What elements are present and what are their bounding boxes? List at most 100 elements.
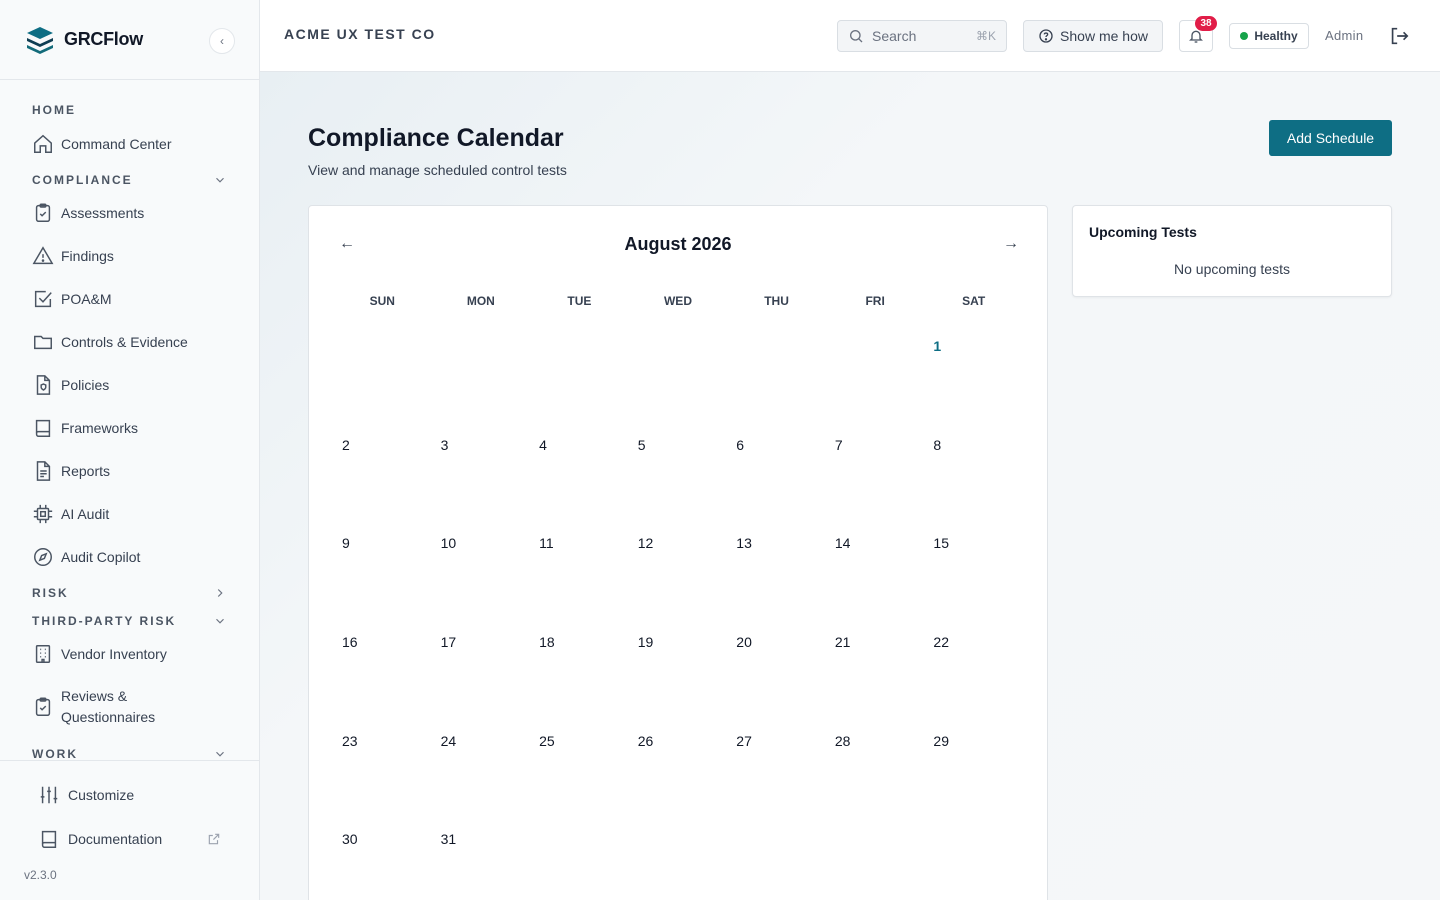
- upcoming-tests-title: Upcoming Tests: [1089, 224, 1197, 240]
- document-text-icon: [36, 461, 51, 481]
- calendar-empty-cell: [530, 326, 629, 425]
- search-icon: [850, 30, 863, 43]
- weekday-sun: SUN: [369, 294, 395, 308]
- section-home: HOME: [32, 100, 227, 120]
- calendar-day-8[interactable]: 8: [924, 425, 1023, 524]
- calendar-day-18[interactable]: 18: [530, 622, 629, 721]
- sidebar-item-vendor-inventory[interactable]: Vendor Inventory: [32, 643, 243, 665]
- upcoming-tests-panel: Upcoming Tests No upcoming tests: [1072, 205, 1392, 297]
- section-home-label: HOME: [32, 103, 76, 117]
- calendar-day-29[interactable]: 29: [924, 721, 1023, 820]
- calendar-day-13[interactable]: 13: [727, 523, 826, 622]
- calendar-day-22[interactable]: 22: [924, 622, 1023, 721]
- calendar-day-10[interactable]: 10: [432, 523, 531, 622]
- calendar-day-7[interactable]: 7: [826, 425, 925, 524]
- chevron-down-icon: [216, 618, 224, 624]
- calendar-day-9[interactable]: 9: [333, 523, 432, 622]
- calendar-day-30[interactable]: 30: [333, 819, 432, 900]
- calendar-day-15[interactable]: 15: [924, 523, 1023, 622]
- page-subtitle: View and manage scheduled control tests: [308, 162, 567, 178]
- sidebar-item-poam[interactable]: POA&M: [32, 288, 243, 310]
- section-compliance[interactable]: COMPLIANCE: [32, 170, 227, 190]
- sidebar-item-controls-evidence[interactable]: Controls & Evidence: [32, 331, 243, 353]
- weekday-thu: THU: [764, 294, 789, 308]
- search-shortcut: ⌘K: [975, 29, 996, 43]
- sidebar-item-policies[interactable]: Policies: [32, 374, 243, 396]
- sidebar-footer: Customize Documentation v2.3.0: [0, 760, 259, 900]
- next-month-button[interactable]: →: [1001, 234, 1021, 254]
- calendar-day-20[interactable]: 20: [727, 622, 826, 721]
- show-me-how-label: Show me how: [1060, 28, 1148, 44]
- calendar-day-6[interactable]: 6: [727, 425, 826, 524]
- sidebar-item-findings[interactable]: Findings: [32, 245, 243, 267]
- weekday-fri: FRI: [865, 294, 885, 308]
- section-work[interactable]: WORK: [32, 744, 227, 760]
- weekday-mon: MON: [466, 294, 495, 308]
- logout-icon[interactable]: [1388, 25, 1410, 47]
- calendar-day-19[interactable]: 19: [629, 622, 728, 721]
- calendar: ← August 2026 → SUN MON TUE WED THU FRI SAT 12…: [308, 205, 1048, 900]
- calendar-day-1[interactable]: 1: [924, 326, 1023, 425]
- customize-button[interactable]: Customize: [38, 784, 221, 806]
- search-input[interactable]: Search ⌘K: [837, 20, 1007, 52]
- sidebar-item-audit-copilot[interactable]: Audit Copilot: [32, 546, 243, 568]
- calendar-day-14[interactable]: 14: [826, 523, 925, 622]
- section-third-party-risk[interactable]: THIRD-PARTY RISK: [32, 611, 227, 631]
- calendar-day-16[interactable]: 16: [333, 622, 432, 721]
- calendar-day-26[interactable]: 26: [629, 721, 728, 820]
- add-schedule-button[interactable]: Add Schedule: [1269, 120, 1392, 156]
- calendar-day-5[interactable]: 5: [629, 425, 728, 524]
- calendar-empty-cell: [826, 326, 925, 425]
- calendar-day-25[interactable]: 25: [530, 721, 629, 820]
- system-status-badge[interactable]: Healthy: [1229, 23, 1309, 49]
- sliders-icon: [40, 786, 58, 804]
- sidebar-item-label: Policies: [61, 376, 110, 393]
- user-role[interactable]: Admin: [1325, 28, 1363, 43]
- organization-name: ACME UX TEST CO: [284, 26, 436, 42]
- sidebar-item-assessments[interactable]: Assessments: [32, 202, 243, 224]
- sidebar-item-command-center[interactable]: Command Center: [32, 133, 243, 155]
- calendar-day-21[interactable]: 21: [826, 622, 925, 721]
- calendar-empty-cell: [432, 326, 531, 425]
- chevron-left-icon: ‹: [220, 34, 224, 48]
- calendar-day-28[interactable]: 28: [826, 721, 925, 820]
- brand-name[interactable]: GRCFlow: [64, 29, 143, 50]
- weekday-sat: SAT: [962, 294, 986, 308]
- help-circle-icon: [1039, 29, 1053, 43]
- section-risk[interactable]: RISK: [32, 583, 227, 603]
- sidebar-collapse-button[interactable]: ‹: [209, 28, 235, 54]
- search-placeholder: Search: [872, 28, 917, 44]
- calendar-day-27[interactable]: 27: [727, 721, 826, 820]
- sidebar-nav: HOME Command Center COMPLIANCE Assessmen…: [0, 81, 259, 760]
- sidebar-item-reports[interactable]: Reports: [32, 460, 243, 482]
- calendar-grid: 1 2 3 4 5 6 7 8 9 10 11 12 13 14 15 16 17 18 19 20 21 22 23 24 2…: [333, 326, 1023, 900]
- calendar-empty-cell: [727, 326, 826, 425]
- calendar-day-2[interactable]: 2: [333, 425, 432, 524]
- notification-count-badge: 38: [1195, 16, 1217, 31]
- brand-header: GRCFlow ‹: [0, 0, 259, 80]
- calendar-day-12[interactable]: 12: [629, 523, 728, 622]
- calendar-day-3[interactable]: 3: [432, 425, 531, 524]
- cpu-chip-icon: [33, 504, 53, 524]
- documentation-link[interactable]: Documentation: [38, 828, 221, 850]
- calendar-day-23[interactable]: 23: [333, 721, 432, 820]
- chevron-down-icon: [216, 177, 224, 183]
- calendar-day-24[interactable]: 24: [432, 721, 531, 820]
- file-shield-icon: [36, 375, 51, 395]
- weekday-header: SUN MON TUE WED THU FRI SAT: [333, 294, 1023, 308]
- show-me-how-button[interactable]: Show me how: [1023, 20, 1163, 52]
- grcflow-logo-icon[interactable]: [24, 24, 56, 56]
- sidebar: GRCFlow ‹ HOME Command Center COMPLIANCE…: [0, 0, 260, 900]
- calendar-day-11[interactable]: 11: [530, 523, 629, 622]
- calendar-day-17[interactable]: 17: [432, 622, 531, 721]
- sidebar-item-reviews-questionnaires[interactable]: Reviews & Questionnaires: [32, 686, 182, 728]
- calendar-day-4[interactable]: 4: [530, 425, 629, 524]
- section-compliance-label: COMPLIANCE: [32, 173, 133, 187]
- calendar-empty-cell: [333, 326, 432, 425]
- checkbox-icon: [34, 290, 52, 308]
- sidebar-item-frameworks[interactable]: Frameworks: [32, 417, 243, 439]
- calendar-day-31[interactable]: 31: [432, 819, 531, 900]
- compass-icon: [34, 548, 52, 566]
- app-version: v2.3.0: [24, 868, 57, 882]
- sidebar-item-ai-audit[interactable]: AI Audit: [32, 503, 243, 525]
